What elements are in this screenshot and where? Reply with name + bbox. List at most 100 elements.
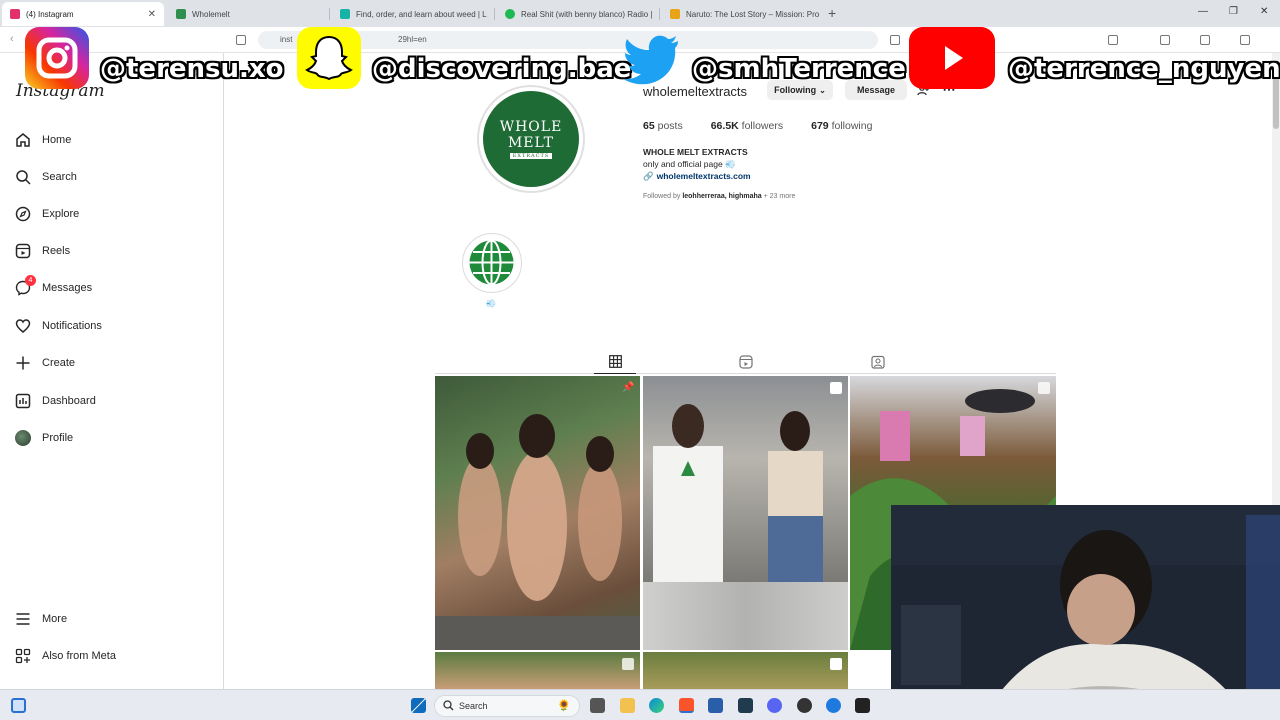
messenger-icon: 4: [14, 275, 36, 297]
tab-title: Naruto: The Lost Story – Mission: Pro: [686, 9, 820, 19]
restore-icon[interactable]: ❐: [1229, 6, 1238, 17]
sidebar-item-home[interactable]: Home: [14, 127, 210, 153]
tab-wholemelt[interactable]: Wholemelt: [168, 2, 328, 26]
tab-title: Wholemelt: [192, 9, 230, 19]
sidebar-item-label: Home: [42, 134, 72, 146]
following-count[interactable]: 679 following: [811, 120, 872, 132]
scrollbar-thumb[interactable]: [1273, 67, 1279, 129]
sidebar-item-also-from-meta[interactable]: Also from Meta: [14, 643, 210, 669]
profile-stats: 65 posts 66.5K followers 679 following: [643, 120, 872, 132]
windows-taskbar: Search 🌻: [0, 689, 1280, 720]
followed-by[interactable]: Followed by leohherreraa, highmaha + 23 …: [643, 193, 795, 200]
whole-melt-logo: WHOLE MELT EXTRACTS: [483, 91, 579, 187]
meta-icon: [14, 647, 32, 665]
sidebar-item-create[interactable]: Create: [14, 350, 210, 376]
following-value: 679: [811, 120, 829, 132]
address-bar[interactable]: inst 29hl=en: [258, 31, 878, 49]
profile-avatar-icon: [14, 429, 32, 447]
steam-icon[interactable]: [797, 698, 812, 713]
post-thumbnail[interactable]: [643, 652, 848, 689]
sidebar-item-explore[interactable]: Explore: [14, 201, 210, 227]
discord-icon[interactable]: [767, 698, 782, 713]
highlight-label: 💨: [486, 299, 496, 308]
close-tab-icon[interactable]: ✕: [148, 9, 156, 20]
tab-instagram[interactable]: (4) Instagram ✕: [2, 2, 164, 26]
browser-tab-bar: (4) Instagram ✕ Wholemelt Find, order, a…: [0, 0, 1280, 27]
new-tab-button[interactable]: +: [828, 5, 836, 21]
webcam-overlay: [891, 505, 1280, 720]
followers-count[interactable]: 66.5K followers: [711, 120, 783, 132]
task-view-icon[interactable]: [590, 698, 605, 713]
search-icon: [14, 168, 32, 186]
back-icon[interactable]: ‹: [10, 33, 14, 45]
post-thumbnail[interactable]: [435, 652, 640, 689]
sidebar-toggle-icon[interactable]: [236, 35, 246, 45]
tab-naruto[interactable]: Naruto: The Lost Story – Mission: Pro: [662, 2, 822, 26]
message-button[interactable]: Message: [845, 80, 907, 100]
tab-posts[interactable]: [594, 350, 636, 374]
bio-link[interactable]: 🔗 wholemeltextracts.com: [643, 171, 751, 182]
following-button[interactable]: Following ⌄: [767, 80, 833, 100]
minimize-icon[interactable]: —: [1198, 6, 1208, 17]
tab-reels[interactable]: [725, 350, 767, 374]
more-options-icon[interactable]: ⋯: [938, 80, 960, 100]
post-thumbnail[interactable]: [643, 582, 848, 650]
reel-badge-icon: [622, 658, 634, 670]
sidebar-item-label: Reels: [42, 245, 71, 257]
brave-icon[interactable]: [679, 698, 694, 713]
wholemelt-favicon-icon: [176, 9, 186, 19]
close-window-icon[interactable]: ✕: [1260, 6, 1268, 17]
tab-divider: [659, 8, 660, 20]
sidebar-item-profile[interactable]: Profile: [14, 425, 210, 451]
widgets-icon[interactable]: [11, 698, 26, 713]
profile-username: wholemeltextracts: [643, 84, 748, 99]
sidebar-item-label: More: [42, 613, 68, 625]
sidebar-item-label: Dashboard: [42, 395, 96, 407]
screenshot-icon[interactable]: [890, 35, 900, 45]
messages-badge: 4: [25, 275, 36, 286]
dashboard-icon: [14, 392, 32, 410]
start-icon[interactable]: [411, 698, 426, 713]
bio-name: WHOLE MELT EXTRACTS: [643, 147, 748, 157]
post-thumbnail[interactable]: 📌: [435, 376, 640, 650]
followers-label: followers: [741, 120, 784, 132]
extensions-icon[interactable]: [1108, 35, 1118, 45]
sidebar-item-notifications[interactable]: Notifications: [14, 313, 210, 339]
story-highlight[interactable]: [462, 233, 522, 293]
sidebar-item-reels[interactable]: Reels: [14, 238, 210, 264]
taskbar-search[interactable]: Search 🌻: [434, 695, 580, 717]
tab-title: (4) Instagram: [26, 9, 74, 19]
post-thumbnail[interactable]: [643, 376, 848, 582]
sidebar-item-label: Profile: [42, 432, 74, 444]
tab-spotify[interactable]: Real Shit (with benny blanco) Radio |: [497, 2, 657, 26]
tab-divider: [494, 8, 495, 20]
sidebar-item-dashboard[interactable]: Dashboard: [14, 388, 210, 414]
tab-tagged[interactable]: [857, 350, 899, 374]
photos-icon[interactable]: [738, 698, 753, 713]
downloads-icon[interactable]: [1200, 35, 1210, 45]
followed-by-prefix: Followed by: [643, 193, 681, 200]
app-icon[interactable]: [826, 698, 841, 713]
suggested-accounts-icon[interactable]: [913, 80, 933, 100]
tab-divider: [329, 8, 330, 20]
store-icon[interactable]: [708, 698, 723, 713]
sidebar-item-label: Explore: [42, 208, 80, 220]
file-explorer-icon[interactable]: [620, 698, 635, 713]
tab-weed-search[interactable]: Find, order, and learn about weed | L: [332, 2, 492, 26]
chevron-down-icon: ⌄: [819, 85, 826, 95]
sidebar-item-more[interactable]: More: [14, 606, 210, 632]
instagram-logo[interactable]: Instagram: [16, 81, 105, 101]
home-icon: [14, 131, 32, 149]
url-text: inst: [280, 35, 293, 44]
edge-icon[interactable]: [649, 698, 664, 713]
profile-avatar[interactable]: WHOLE MELT EXTRACTS: [477, 85, 585, 193]
bookmarks-icon[interactable]: [1160, 35, 1170, 45]
instagram-sidebar: Instagram Home Search Explore Reels 4 Me…: [0, 53, 224, 689]
sidebar-item-search[interactable]: Search: [14, 164, 210, 190]
settings-icon[interactable]: [1240, 35, 1250, 45]
app-icon[interactable]: [855, 698, 870, 713]
posts-count[interactable]: 65 posts: [643, 120, 683, 132]
heart-icon: [14, 317, 32, 335]
naruto-favicon-icon: [670, 9, 680, 19]
sidebar-item-messages[interactable]: 4 Messages: [14, 275, 210, 301]
